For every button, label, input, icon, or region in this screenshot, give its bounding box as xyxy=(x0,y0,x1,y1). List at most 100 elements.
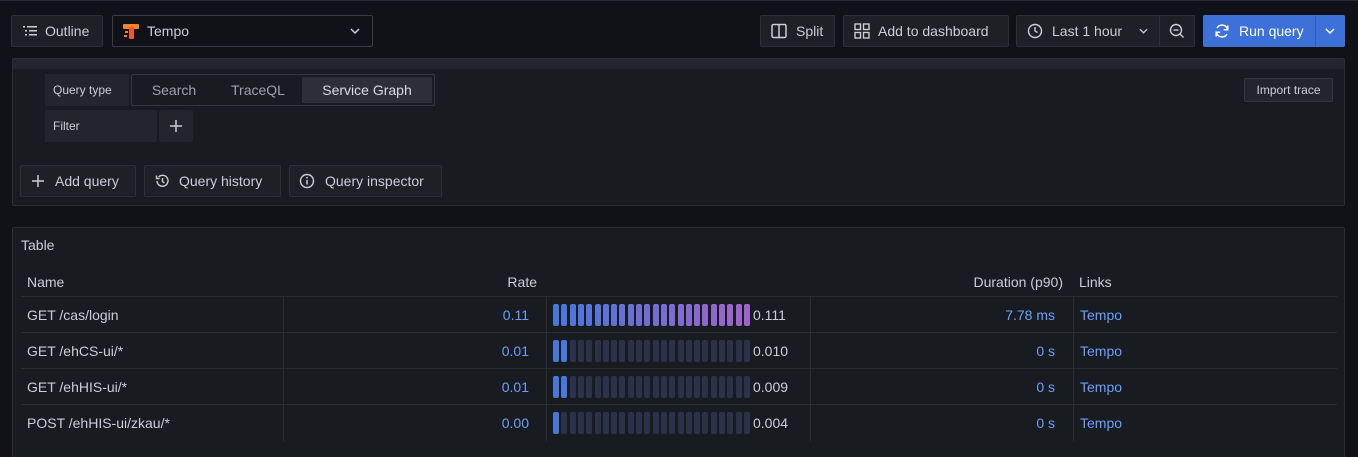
gauge-segment xyxy=(627,340,634,362)
import-trace-button[interactable]: Import trace xyxy=(1244,78,1333,102)
query-inspector-label: Query inspector xyxy=(325,173,424,189)
panel-title: Table xyxy=(21,237,55,253)
gauge-segment xyxy=(685,376,692,398)
gauge-segment xyxy=(743,376,750,398)
cell-name: GET /cas/login xyxy=(27,307,119,323)
gauge-segment xyxy=(586,376,593,398)
gauge-segment xyxy=(561,304,568,326)
gauge-segment xyxy=(561,340,568,362)
column-header-duration[interactable]: Duration (p90) xyxy=(833,274,1064,290)
datasource-name: Tempo xyxy=(147,23,190,39)
gauge-segment xyxy=(702,304,709,326)
gauge-segment xyxy=(735,340,742,362)
cell-link-tempo[interactable]: Tempo xyxy=(1080,369,1122,405)
column-divider xyxy=(546,405,547,441)
list-icon xyxy=(23,26,37,36)
gauge-segment xyxy=(710,412,717,434)
table-panel: Table Name Rate Duration (p90) Links GET… xyxy=(12,227,1345,457)
query-editor-panel: Query type Search TraceQL Service Graph … xyxy=(12,58,1345,206)
query-history-button[interactable]: Query history xyxy=(144,165,281,197)
gauge-segment xyxy=(669,340,676,362)
gauge-segment xyxy=(719,412,725,434)
cell-link-tempo[interactable]: Tempo xyxy=(1080,297,1122,333)
datasource-picker[interactable]: Tempo xyxy=(112,15,373,47)
column-header-name[interactable]: Name xyxy=(27,274,64,290)
clock-icon xyxy=(1027,23,1043,39)
gauge-segment xyxy=(594,304,601,326)
gauge-segment xyxy=(660,304,667,326)
column-divider xyxy=(1073,369,1074,405)
gauge-segment xyxy=(735,376,742,398)
cell-duration: 0 s xyxy=(1036,379,1055,395)
outline-button[interactable]: Outline xyxy=(11,15,103,47)
zoom-out-button[interactable] xyxy=(1159,15,1195,47)
gauge-segment xyxy=(644,412,651,434)
zoom-out-icon xyxy=(1169,23,1184,38)
query-type-option-traceql[interactable]: TraceQL xyxy=(214,77,302,103)
gauge-segment xyxy=(743,304,750,326)
cell-rate: 0.01 xyxy=(501,379,529,395)
gauge-segment xyxy=(602,340,609,362)
gauge-segment xyxy=(619,304,626,326)
cell-link-tempo[interactable]: Tempo xyxy=(1080,405,1122,441)
cell-rate: 0.00 xyxy=(501,415,529,431)
column-divider xyxy=(546,333,547,369)
gauge-segment xyxy=(619,340,626,362)
gauge-segment xyxy=(694,376,701,398)
gauge-segment xyxy=(735,412,742,434)
rate-gauge xyxy=(553,304,753,326)
tempo-logo-icon xyxy=(123,24,139,39)
gauge-segment xyxy=(685,304,692,326)
query-row-header xyxy=(13,59,1344,69)
gauge-segment xyxy=(652,340,659,362)
gauge-segment xyxy=(611,376,618,398)
explore-toolbar: Outline Tempo Split Add to dashboard Las… xyxy=(0,0,1358,62)
query-type-option-service-graph[interactable]: Service Graph xyxy=(302,77,432,103)
query-type-selector: Search TraceQL Service Graph xyxy=(131,74,435,106)
column-divider xyxy=(1073,333,1074,369)
add-filter-button[interactable] xyxy=(159,110,193,142)
run-query-label: Run query xyxy=(1239,23,1304,39)
split-label: Split xyxy=(796,23,824,39)
cell-gauge-value: 0.009 xyxy=(753,379,789,395)
gauge-segment xyxy=(669,304,676,326)
gauge-segment xyxy=(702,340,709,362)
table-row: GET /ehCS-ui/* 0.01 0.010 0 s Tempo xyxy=(21,332,1337,369)
cell-link-tempo[interactable]: Tempo xyxy=(1080,333,1122,369)
rate-gauge xyxy=(553,412,753,434)
gauge-segment xyxy=(577,412,584,434)
column-header-rate[interactable]: Rate xyxy=(313,274,537,290)
gauge-segment xyxy=(602,412,609,434)
add-query-button[interactable]: Add query xyxy=(20,165,136,197)
run-query-button[interactable]: Run query xyxy=(1203,15,1316,47)
plus-icon xyxy=(170,120,182,132)
gauge-segment xyxy=(735,304,742,326)
column-divider xyxy=(1073,297,1074,333)
gauge-segment xyxy=(611,412,618,434)
gauge-segment xyxy=(702,376,709,398)
gauge-segment xyxy=(669,412,676,434)
add-to-dashboard-button[interactable]: Add to dashboard xyxy=(843,15,1009,47)
gauge-segment xyxy=(627,412,634,434)
gauge-segment xyxy=(553,376,559,398)
column-header-links[interactable]: Links xyxy=(1079,274,1112,290)
gauge-segment xyxy=(636,304,642,326)
run-query-options-button[interactable] xyxy=(1315,15,1345,47)
gauge-segment xyxy=(677,376,684,398)
query-inspector-button[interactable]: Query inspector xyxy=(289,165,442,197)
gauge-segment xyxy=(719,304,725,326)
gauge-segment xyxy=(586,412,593,434)
gauge-segment xyxy=(636,340,642,362)
chevron-down-icon xyxy=(1139,28,1148,34)
gauge-segment xyxy=(553,304,559,326)
time-range-picker[interactable]: Last 1 hour xyxy=(1016,15,1160,47)
gauge-segment xyxy=(569,412,576,434)
gauge-segment xyxy=(569,304,576,326)
query-type-option-search[interactable]: Search xyxy=(134,77,214,103)
gauge-segment xyxy=(660,340,667,362)
gauge-segment xyxy=(719,340,725,362)
split-button[interactable]: Split xyxy=(760,15,835,47)
filter-label: Filter xyxy=(45,110,157,142)
cell-name: POST /ehHIS-ui/zkau/* xyxy=(27,415,170,431)
info-circle-icon xyxy=(299,173,315,189)
